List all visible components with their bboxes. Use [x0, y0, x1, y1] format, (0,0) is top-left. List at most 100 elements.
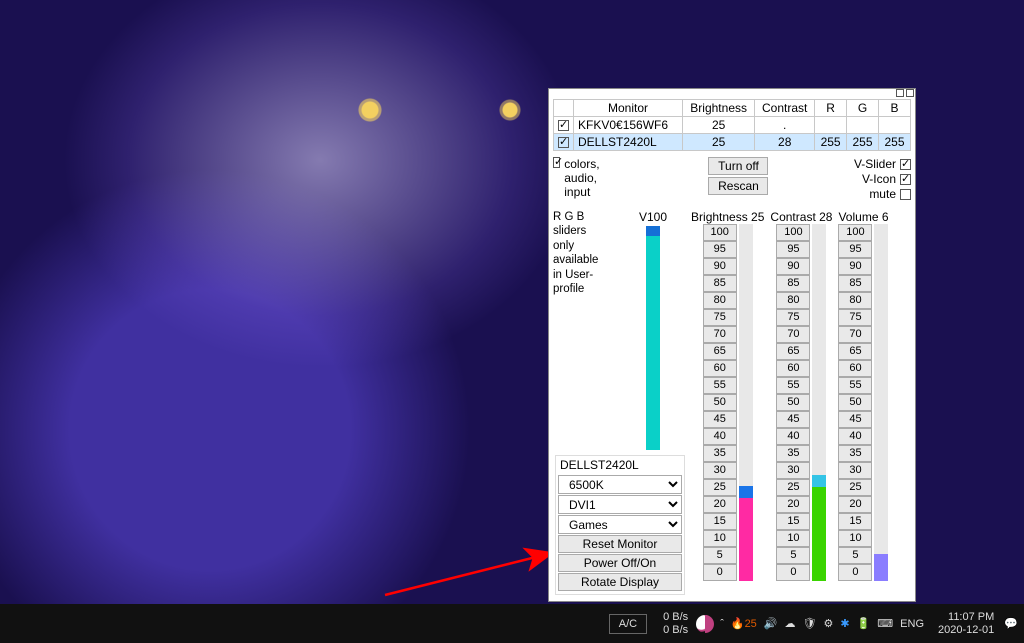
titlebar-control-icon[interactable]	[896, 89, 904, 97]
brightness-step-button[interactable]: 0	[703, 564, 737, 581]
contrast-step-button[interactable]: 95	[776, 241, 810, 258]
contrast-step-button[interactable]: 10	[776, 530, 810, 547]
reset-monitor-button[interactable]: Reset Monitor	[558, 535, 682, 553]
taskbar-ac-indicator[interactable]: A/C	[609, 614, 647, 634]
brightness-step-button[interactable]: 80	[703, 292, 737, 309]
monitors-cell[interactable]	[554, 134, 574, 151]
contrast-step-button[interactable]: 55	[776, 377, 810, 394]
monitor-row-checkbox[interactable]	[558, 137, 569, 148]
tray-language-indicator[interactable]: ENG	[900, 618, 924, 630]
contrast-step-button[interactable]: 5	[776, 547, 810, 564]
brightness-step-button[interactable]: 25	[703, 479, 737, 496]
flux-icon[interactable]	[696, 615, 714, 633]
contrast-step-button[interactable]: 20	[776, 496, 810, 513]
contrast-step-button[interactable]: 0	[776, 564, 810, 581]
volume-step-button[interactable]: 35	[838, 445, 872, 462]
volume-step-button[interactable]: 15	[838, 513, 872, 530]
tray-battery-icon[interactable]: 🔋	[857, 617, 871, 630]
color-temp-select[interactable]: 6500K	[558, 475, 682, 494]
contrast-step-button[interactable]: 45	[776, 411, 810, 428]
v100-slider[interactable]	[646, 226, 660, 450]
monitors-header[interactable]: Brightness	[683, 100, 755, 117]
taskbar-clock[interactable]: 11:07 PM 2020-12-01	[938, 611, 994, 636]
volume-step-button[interactable]: 10	[838, 530, 872, 547]
brightness-step-button[interactable]: 75	[703, 309, 737, 326]
volume-step-button[interactable]: 75	[838, 309, 872, 326]
tray-security-icon[interactable]: 🛡	[803, 617, 817, 630]
turn-off-button[interactable]: Turn off	[708, 157, 768, 175]
brightness-step-button[interactable]: 10	[703, 530, 737, 547]
contrast-step-button[interactable]: 75	[776, 309, 810, 326]
monitors-header[interactable]: B	[878, 100, 910, 117]
brightness-step-button[interactable]: 100	[703, 224, 737, 241]
brightness-step-button[interactable]: 65	[703, 343, 737, 360]
monitors-header[interactable]: R	[815, 100, 847, 117]
window-titlebar[interactable]	[549, 89, 915, 99]
contrast-step-button[interactable]: 65	[776, 343, 810, 360]
taskbar-netrate[interactable]: 0 B/s 0 B/s	[663, 611, 688, 636]
power-off-on-button[interactable]: Power Off/On	[558, 554, 682, 572]
rotate-display-button[interactable]: Rotate Display	[558, 573, 682, 591]
tray-temp-indicator[interactable]: 🔥 25	[731, 617, 757, 630]
contrast-step-button[interactable]: 30	[776, 462, 810, 479]
brightness-slider-track[interactable]	[739, 224, 753, 581]
brightness-step-button[interactable]: 35	[703, 445, 737, 462]
volume-step-button[interactable]: 60	[838, 360, 872, 377]
tray-volume-icon[interactable]: 🔊	[764, 617, 778, 630]
contrast-step-button[interactable]: 85	[776, 275, 810, 292]
contrast-step-button[interactable]: 100	[776, 224, 810, 241]
brightness-step-button[interactable]: 20	[703, 496, 737, 513]
volume-step-button[interactable]: 50	[838, 394, 872, 411]
volume-step-button[interactable]: 65	[838, 343, 872, 360]
tray-chevron-up-icon[interactable]: ˆ	[720, 618, 724, 630]
contrast-step-button[interactable]: 40	[776, 428, 810, 445]
titlebar-control-icon[interactable]	[906, 89, 914, 97]
monitors-row[interactable]: DELLST2420L2528255255255	[554, 134, 911, 151]
mute-checkbox[interactable]	[900, 189, 911, 200]
monitors-row[interactable]: KFKV0€156WF625.	[554, 117, 911, 134]
contrast-step-button[interactable]: 25	[776, 479, 810, 496]
contrast-step-button[interactable]: 35	[776, 445, 810, 462]
monitors-header[interactable]: Contrast	[755, 100, 815, 117]
volume-step-button[interactable]: 25	[838, 479, 872, 496]
brightness-step-button[interactable]: 45	[703, 411, 737, 428]
brightness-step-button[interactable]: 40	[703, 428, 737, 445]
contrast-step-button[interactable]: 80	[776, 292, 810, 309]
volume-step-button[interactable]: 85	[838, 275, 872, 292]
brightness-step-button[interactable]: 15	[703, 513, 737, 530]
taskbar[interactable]: A/C 0 B/s 0 B/s ˆ 🔥 25 🔊 ☁ 🛡 ⚙ ✱ 🔋 ⌨ ENG…	[0, 604, 1024, 643]
monitor-row-checkbox[interactable]	[558, 120, 569, 131]
brightness-step-button[interactable]: 85	[703, 275, 737, 292]
monitors-header[interactable]: G	[847, 100, 879, 117]
tray-keyboard-icon[interactable]: ⌨	[877, 617, 893, 630]
contrast-slider-track[interactable]	[812, 224, 826, 581]
tray-action-center-icon[interactable]: 💬	[1004, 617, 1018, 630]
brightness-step-button[interactable]: 50	[703, 394, 737, 411]
contrast-step-button[interactable]: 15	[776, 513, 810, 530]
tray-bluetooth-icon[interactable]: ✱	[840, 617, 849, 630]
brightness-step-button[interactable]: 95	[703, 241, 737, 258]
volume-step-button[interactable]: 95	[838, 241, 872, 258]
volume-step-button[interactable]: 100	[838, 224, 872, 241]
volume-slider-track[interactable]	[874, 224, 888, 581]
profile-select[interactable]: Games	[558, 515, 682, 534]
monitors-cell[interactable]	[554, 117, 574, 134]
colors-audio-input-checkbox[interactable]	[553, 157, 560, 168]
volume-step-button[interactable]: 90	[838, 258, 872, 275]
tray-network-icon[interactable]: ⚙	[823, 617, 833, 630]
volume-step-button[interactable]: 40	[838, 428, 872, 445]
rescan-button[interactable]: Rescan	[708, 177, 768, 195]
brightness-step-button[interactable]: 60	[703, 360, 737, 377]
volume-step-button[interactable]: 45	[838, 411, 872, 428]
volume-step-button[interactable]: 0	[838, 564, 872, 581]
input-select[interactable]: DVI1	[558, 495, 682, 514]
brightness-step-button[interactable]: 30	[703, 462, 737, 479]
volume-step-button[interactable]: 55	[838, 377, 872, 394]
monitors-header[interactable]: Monitor	[574, 100, 683, 117]
brightness-step-button[interactable]: 55	[703, 377, 737, 394]
contrast-step-button[interactable]: 90	[776, 258, 810, 275]
vslider-checkbox[interactable]	[900, 159, 911, 170]
brightness-step-button[interactable]: 90	[703, 258, 737, 275]
brightness-step-button[interactable]: 70	[703, 326, 737, 343]
tray-onedrive-icon[interactable]: ☁	[785, 617, 796, 630]
